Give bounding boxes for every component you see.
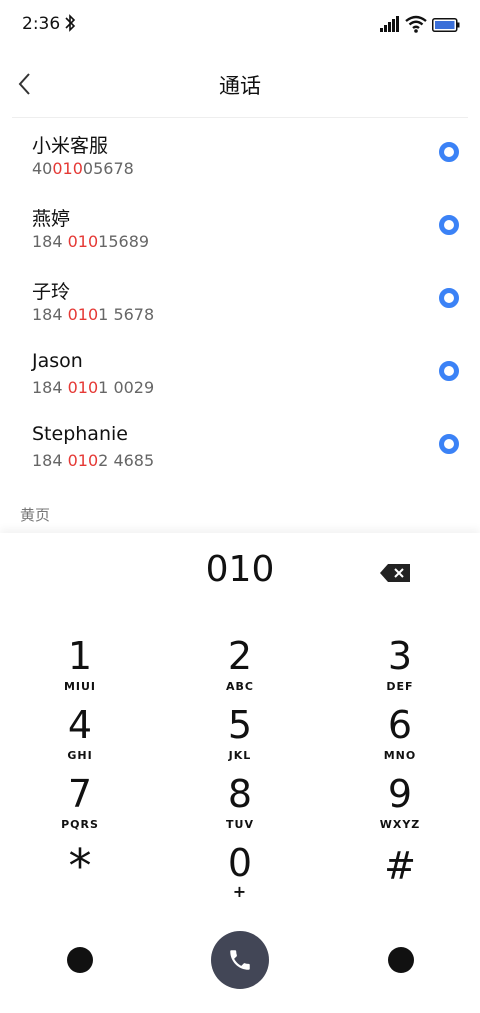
- match-highlight: 010: [67, 232, 99, 251]
- match-highlight: 010: [52, 159, 83, 178]
- page-title: 通话: [219, 74, 261, 98]
- call-button[interactable]: [211, 931, 269, 989]
- section-label-yellow-pages: 黄页: [20, 506, 51, 524]
- status-bar: 2:36: [0, 0, 480, 52]
- dial-key-7[interactable]: 7 PQRS: [20, 773, 140, 837]
- select-radio[interactable]: [439, 142, 459, 162]
- battery-icon: [432, 18, 460, 32]
- match-highlight: 010: [67, 305, 99, 324]
- dial-key-6[interactable]: 6 MNO: [340, 704, 460, 768]
- select-radio[interactable]: [439, 361, 459, 381]
- contact-row[interactable]: 子玲 184 0101 5678: [0, 264, 480, 337]
- dial-key-8[interactable]: 8 TUV: [180, 773, 300, 837]
- dial-key-3[interactable]: 3 DEF: [340, 635, 460, 699]
- dial-key-9[interactable]: 9 WXYZ: [340, 773, 460, 837]
- header: 通话: [0, 52, 480, 116]
- contact-name: Stephanie: [32, 423, 128, 445]
- dialpad: 010 1 MIUI 2 ABC 3 DEF 4 GHI 5 JKL 6 MNO 7 PQRS…: [0, 533, 480, 1013]
- contact-name: 燕婷: [32, 208, 71, 230]
- dial-key-0[interactable]: 0 +: [180, 842, 300, 906]
- backspace-icon[interactable]: [380, 564, 410, 582]
- contact-number: 184 0101 0029: [32, 378, 155, 397]
- select-radio[interactable]: [439, 434, 459, 454]
- dial-key-4[interactable]: 4 GHI: [20, 704, 140, 768]
- contact-number: 184 0102 4685: [32, 451, 155, 470]
- contact-row[interactable]: Jason 184 0101 0029: [0, 337, 480, 410]
- dial-key-2[interactable]: 2 ABC: [180, 635, 300, 699]
- contact-row[interactable]: 小米客服 4001005678: [0, 118, 480, 191]
- contact-row[interactable]: 燕婷 184 01015689: [0, 191, 480, 264]
- contact-number: 4001005678: [32, 159, 134, 178]
- dial-key-hash[interactable]: #: [340, 845, 460, 909]
- contact-row[interactable]: Stephanie 184 0102 4685: [0, 410, 480, 483]
- contact-number: 184 01015689: [32, 232, 150, 251]
- contact-name: 小米客服: [32, 135, 109, 157]
- contact-name: Jason: [32, 350, 83, 372]
- dial-key-5[interactable]: 5 JKL: [180, 704, 300, 768]
- match-highlight: 010: [67, 378, 99, 397]
- dial-key-star[interactable]: *: [20, 843, 140, 909]
- dial-key-1[interactable]: 1 MIUI: [20, 635, 140, 699]
- signal-icon: [380, 16, 399, 32]
- bluetooth-icon: [65, 14, 76, 32]
- phone-icon: [230, 950, 250, 970]
- right-action-button[interactable]: [388, 947, 414, 973]
- wifi-icon: [405, 15, 427, 33]
- select-radio[interactable]: [439, 288, 459, 308]
- status-time: 2:36: [22, 14, 61, 34]
- match-highlight: 010: [67, 451, 99, 470]
- contact-number: 184 0101 5678: [32, 305, 155, 324]
- select-radio[interactable]: [439, 215, 459, 235]
- left-action-button[interactable]: [67, 947, 93, 973]
- contact-name: 子玲: [32, 281, 71, 303]
